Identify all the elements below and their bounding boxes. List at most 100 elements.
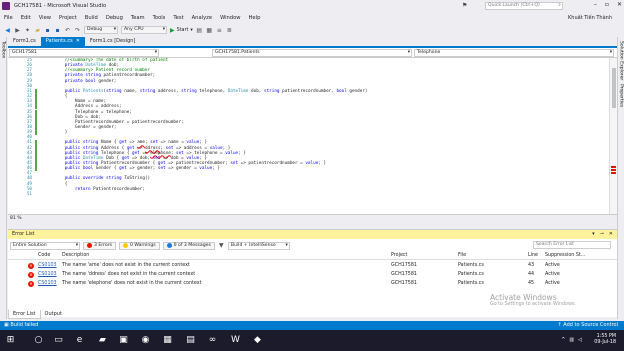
undo-icon[interactable]: ↶ bbox=[64, 27, 71, 34]
messages-filter-button[interactable]: 0 of 3 Messages bbox=[162, 241, 215, 250]
visual-studio-taskbar-icon[interactable]: ∞ bbox=[206, 334, 219, 347]
back-icon[interactable]: ◀ bbox=[4, 27, 11, 34]
tab-output[interactable]: Output bbox=[41, 310, 66, 319]
tab-form1-design[interactable]: Form1.cs [Design] bbox=[85, 37, 140, 46]
menu-view[interactable]: View bbox=[35, 15, 55, 21]
store-icon[interactable]: ▣ bbox=[117, 334, 130, 347]
filter-icon[interactable]: ▼ bbox=[218, 242, 225, 249]
code-line[interactable]: 51 bbox=[8, 192, 608, 197]
table-row[interactable]: ✕ CS0103 The name 'ame' does not exist i… bbox=[8, 261, 617, 270]
error-marker[interactable] bbox=[611, 172, 616, 174]
toolbar: ◀ ▶ ✦ ▰ ▪ ▪ ↶ ↷ Debug ▾ Any CPU ▾ ▶ Start … bbox=[0, 24, 624, 36]
menu-edit[interactable]: Edit bbox=[17, 15, 35, 21]
column-description[interactable]: Description bbox=[62, 252, 89, 260]
column-code[interactable]: Code bbox=[38, 252, 50, 260]
vertical-scrollbar[interactable] bbox=[609, 58, 617, 214]
word-icon[interactable]: W bbox=[229, 334, 242, 347]
task-view-icon[interactable]: ▭ bbox=[52, 334, 65, 347]
start-button[interactable]: ▶ Start ▾ bbox=[170, 27, 193, 34]
scope-dropdown[interactable]: Entire Solution ▾ bbox=[10, 241, 80, 250]
redo-icon[interactable]: ↷ bbox=[74, 27, 81, 34]
menu-team[interactable]: Team bbox=[127, 15, 149, 21]
project-dropdown[interactable]: GCH17581 ▾ bbox=[9, 49, 159, 57]
quick-launch-input[interactable]: Quick Launch (Ctrl+Q) ⌕ bbox=[485, 2, 563, 10]
menu-help[interactable]: Help bbox=[245, 15, 265, 21]
menu-window[interactable]: Window bbox=[216, 15, 244, 21]
table-row[interactable]: ✕ CS0103 The name 'elephone' does not ex… bbox=[8, 279, 617, 288]
solution-explorer-strip[interactable]: Solution Explorer Properties bbox=[617, 37, 624, 319]
dropdown-icon[interactable]: ▾ bbox=[592, 230, 595, 239]
column-file[interactable]: File bbox=[458, 252, 466, 260]
add-to-source-control-button[interactable]: ↑ Add to Source Control bbox=[558, 321, 619, 330]
chevron-down-icon: ▾ bbox=[609, 50, 612, 55]
windows-taskbar: ⊞ ○ ▭ e ▰ ▣ ◉ ▦ ▤ ∞ W ◆ ^ ▥ ◁ 1:55 PM 09… bbox=[0, 330, 624, 351]
code-editor[interactable]: 25 //<summary> The date of birth of pati… bbox=[8, 58, 617, 214]
close-icon[interactable]: ✕ bbox=[617, 1, 622, 8]
close-icon[interactable]: ✕ bbox=[609, 230, 613, 239]
volume-icon[interactable]: ◁ bbox=[578, 337, 582, 343]
toolbar-icon[interactable]: ≣ bbox=[226, 27, 233, 34]
save-icon[interactable]: ▪ bbox=[44, 27, 51, 34]
forward-icon[interactable]: ▶ bbox=[14, 27, 21, 34]
chevron-down-icon: ▾ bbox=[190, 27, 193, 33]
tab-patients-cs[interactable]: Patients.cs ✕ bbox=[40, 37, 85, 46]
windows-start-icon[interactable]: ⊞ bbox=[4, 334, 17, 347]
error-search-input[interactable]: Search Error List bbox=[533, 241, 611, 249]
new-project-icon[interactable]: ✦ bbox=[24, 27, 31, 34]
system-tray: ^ ▥ ◁ bbox=[561, 337, 582, 343]
chevron-up-icon[interactable]: ^ bbox=[561, 337, 565, 343]
class-dropdown[interactable]: GCH17581.Patients ▾ bbox=[212, 49, 412, 57]
search-icon[interactable]: ○ bbox=[32, 334, 45, 347]
column-line[interactable]: Line bbox=[528, 252, 538, 260]
column-project[interactable]: Project bbox=[391, 252, 407, 260]
error-marker[interactable] bbox=[611, 169, 616, 171]
menu-tools[interactable]: Tools bbox=[149, 15, 170, 21]
app-icon[interactable]: ▦ bbox=[161, 334, 174, 347]
error-list-panel: Error List ▾ ⊸ ✕ Entire Solution ▾ 3 Erro… bbox=[8, 229, 617, 317]
menu-test[interactable]: Test bbox=[169, 15, 187, 21]
column-suppression-state[interactable]: Suppression St... bbox=[545, 252, 585, 260]
menu-analyze[interactable]: Analyze bbox=[188, 15, 216, 21]
toolbox-strip[interactable]: Toolbox bbox=[0, 37, 7, 319]
platform-dropdown[interactable]: Any CPU ▾ bbox=[121, 26, 167, 34]
toolbar-icon[interactable]: ▤ bbox=[196, 27, 203, 34]
app-icon[interactable]: ▤ bbox=[184, 334, 197, 347]
tab-error-list[interactable]: Error List bbox=[8, 310, 41, 319]
clock[interactable]: 1:55 PM 09-Jul-18 bbox=[594, 334, 616, 346]
build-filter-dropdown[interactable]: Build + IntelliSense ▾ bbox=[227, 241, 290, 250]
user-account[interactable]: Khuất Tiến Thành bbox=[568, 15, 612, 21]
toolbar-icon[interactable]: ≡ bbox=[216, 27, 223, 34]
file-explorer-icon[interactable]: ▰ bbox=[96, 334, 109, 347]
table-row[interactable]: ✕ CS0103 The name 'ddress' does not exis… bbox=[8, 270, 617, 279]
configuration-dropdown[interactable]: Debug ▾ bbox=[84, 26, 118, 34]
menu-file[interactable]: File bbox=[0, 15, 17, 21]
pin-icon[interactable]: ⊸ bbox=[600, 230, 604, 239]
chevron-down-icon: ▾ bbox=[285, 242, 288, 248]
bottom-panel-tabs: Error List Output bbox=[8, 310, 617, 319]
scrollbar-thumb[interactable] bbox=[612, 68, 616, 108]
menu-project[interactable]: Project bbox=[55, 15, 81, 21]
tab-form1-cs[interactable]: Form1.cs bbox=[8, 37, 41, 46]
toolbar-icon[interactable]: ▦ bbox=[206, 27, 213, 34]
error-icon: ✕ bbox=[28, 281, 34, 287]
app-icon[interactable]: ◆ bbox=[251, 334, 264, 347]
save-all-icon[interactable]: ▪ bbox=[54, 27, 61, 34]
chrome-icon[interactable]: ◉ bbox=[139, 334, 152, 347]
menu-build[interactable]: Build bbox=[81, 15, 102, 21]
errors-filter-button[interactable]: 3 Errors bbox=[83, 241, 116, 250]
open-file-icon[interactable]: ▰ bbox=[34, 27, 41, 34]
notifications-flag-icon[interactable]: ⚑ bbox=[462, 2, 467, 9]
build-status: Build failed bbox=[10, 322, 39, 328]
edge-browser-icon[interactable]: e bbox=[73, 334, 86, 347]
maximize-icon[interactable]: ▫ bbox=[605, 1, 609, 8]
zoom-level[interactable]: 81 % bbox=[10, 216, 22, 221]
menu-debug[interactable]: Debug bbox=[102, 15, 127, 21]
network-icon[interactable]: ▥ bbox=[569, 337, 574, 343]
minimize-icon[interactable]: – bbox=[594, 1, 597, 8]
warnings-filter-button[interactable]: 0 Warnings bbox=[118, 241, 160, 250]
search-icon: ⌕ bbox=[558, 3, 561, 8]
error-marker[interactable] bbox=[611, 166, 616, 168]
close-icon[interactable]: ✕ bbox=[76, 38, 80, 44]
document-tabs: Form1.cs Patients.cs ✕ Form1.cs [Design] bbox=[8, 37, 617, 46]
member-dropdown[interactable]: Telephone ▾ bbox=[414, 49, 614, 57]
